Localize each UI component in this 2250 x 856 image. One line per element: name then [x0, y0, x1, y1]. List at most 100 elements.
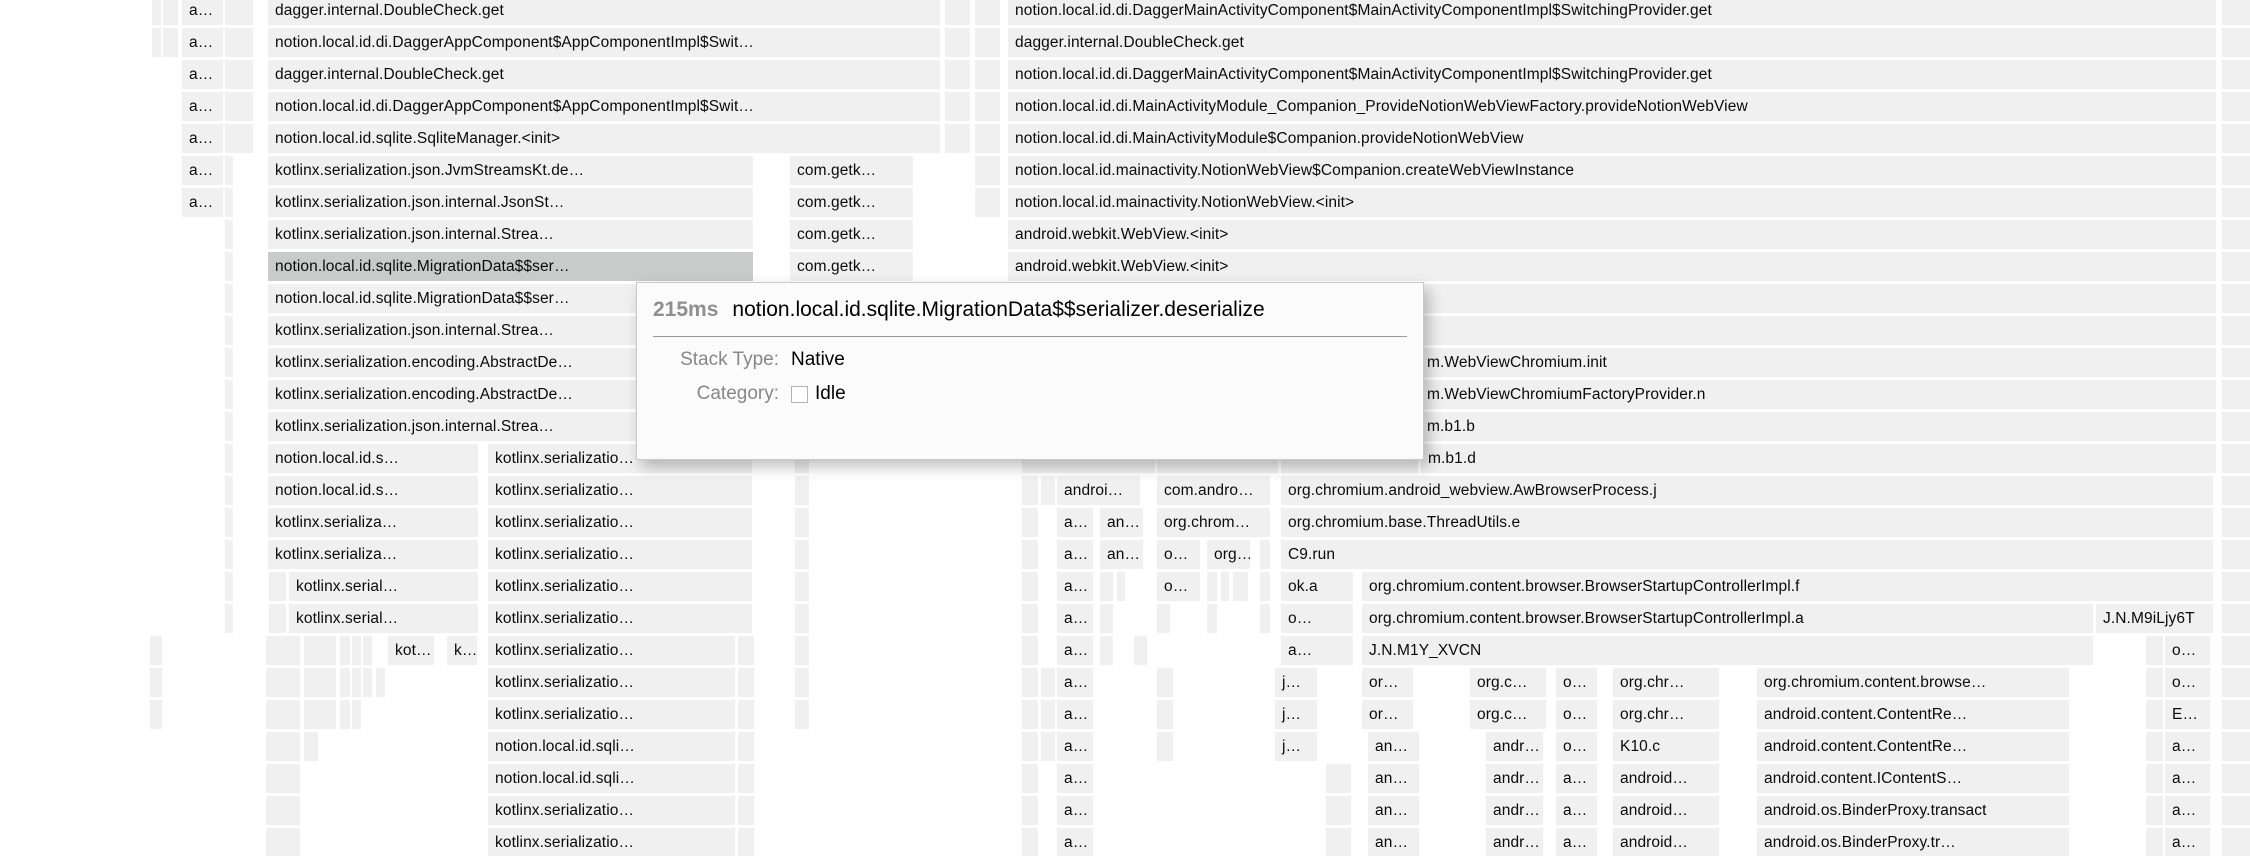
stack-frame[interactable]: o… [1281, 604, 1353, 633]
stack-frame-unlabeled[interactable] [1022, 828, 1038, 856]
stack-frame-unlabeled[interactable] [1260, 540, 1270, 569]
stack-frame-unlabeled[interactable] [1041, 700, 1055, 729]
stack-frame-unlabeled[interactable] [1041, 476, 1055, 505]
stack-frame-unlabeled[interactable] [1022, 796, 1038, 825]
stack-frame[interactable]: kotlinx.serializatio… [488, 572, 752, 601]
stack-frame-unlabeled[interactable] [975, 124, 1000, 153]
stack-frame[interactable]: notion.local.id.di.DaggerAppComponent$Ap… [268, 92, 940, 121]
stack-frame-unlabeled[interactable] [266, 764, 300, 793]
stack-frame[interactable]: androi… [1057, 476, 1140, 505]
stack-frame[interactable]: or… [1362, 700, 1413, 729]
stack-frame-unlabeled[interactable] [2222, 380, 2250, 409]
stack-frame[interactable]: o… [2165, 636, 2210, 665]
stack-frame-unlabeled[interactable] [363, 636, 372, 665]
stack-frame-unlabeled[interactable] [225, 252, 233, 281]
stack-frame-unlabeled[interactable] [975, 28, 1000, 57]
stack-frame-unlabeled[interactable] [304, 732, 318, 761]
stack-frame[interactable]: kotlinx.serializatio… [488, 700, 735, 729]
stack-frame-unlabeled[interactable] [1326, 796, 1351, 825]
stack-frame-unlabeled[interactable] [1022, 668, 1038, 697]
stack-frame-unlabeled[interactable] [150, 636, 162, 665]
stack-frame[interactable]: org.chr… [1613, 700, 1719, 729]
stack-frame[interactable]: o… [1556, 732, 1597, 761]
stack-frame-unlabeled[interactable] [1022, 476, 1038, 505]
stack-frame-unlabeled[interactable] [266, 732, 300, 761]
stack-frame-unlabeled[interactable] [1207, 604, 1217, 633]
stack-frame[interactable]: kotlinx.serializatio… [488, 668, 735, 697]
stack-frame[interactable]: org.chrom… [1157, 508, 1270, 537]
stack-frame[interactable]: ok.a [1281, 572, 1353, 601]
stack-frame-unlabeled[interactable] [225, 444, 233, 473]
stack-frame[interactable]: a… [1556, 796, 1597, 825]
stack-frame[interactable]: notion.local.id.di.MainActivityModule_Co… [1008, 92, 2216, 121]
stack-frame-unlabeled[interactable] [2222, 444, 2250, 473]
stack-frame[interactable]: K10.c [1613, 732, 1719, 761]
stack-frame-unlabeled[interactable] [163, 0, 178, 25]
stack-frame-unlabeled[interactable] [2222, 220, 2250, 249]
stack-frame-unlabeled[interactable] [163, 28, 178, 57]
stack-frame[interactable]: android.content.ContentRe… [1757, 732, 2069, 761]
stack-frame-unlabeled[interactable] [2146, 732, 2163, 761]
stack-frame-unlabeled[interactable] [304, 700, 336, 729]
stack-frame[interactable]: o… [1556, 668, 1597, 697]
stack-frame[interactable]: kotlinx.serializatio… [488, 540, 752, 569]
stack-frame[interactable]: andr… [1486, 732, 1543, 761]
stack-frame[interactable]: notion.local.id.sqlite.SqliteManager.<in… [268, 124, 940, 153]
stack-frame[interactable]: dagger.internal.DoubleCheck.get [1008, 28, 2216, 57]
stack-frame[interactable]: kotlinx.serialization.json.internal.Stre… [268, 220, 753, 249]
stack-frame[interactable]: or… [1362, 668, 1413, 697]
stack-frame-unlabeled[interactable] [150, 668, 162, 697]
stack-frame-unlabeled[interactable] [1157, 700, 1173, 729]
stack-frame-unlabeled[interactable] [1100, 572, 1113, 601]
stack-frame-unlabeled[interactable] [2222, 188, 2250, 217]
stack-frame-unlabeled[interactable] [1157, 604, 1170, 633]
stack-frame-unlabeled[interactable] [233, 92, 253, 121]
stack-frame-unlabeled[interactable] [945, 124, 970, 153]
stack-frame-unlabeled[interactable] [150, 700, 162, 729]
stack-frame[interactable]: C9.run [1281, 540, 2213, 569]
stack-frame[interactable]: a… [1556, 764, 1597, 793]
stack-frame[interactable]: a… [182, 92, 223, 121]
stack-frame[interactable]: kotlinx.serial… [289, 572, 478, 601]
stack-frame[interactable]: k… [447, 636, 477, 665]
stack-frame-unlabeled[interactable] [945, 28, 970, 57]
stack-frame[interactable]: notion.local.id.sqlite.MigrationData$$se… [268, 252, 753, 281]
stack-frame[interactable]: andr… [1486, 796, 1543, 825]
stack-frame[interactable]: com.andro… [1157, 476, 1270, 505]
stack-frame-unlabeled[interactable] [233, 60, 253, 89]
stack-frame[interactable]: andr… [1486, 764, 1543, 793]
stack-frame-unlabeled[interactable] [795, 540, 809, 569]
stack-frame-unlabeled[interactable] [795, 572, 809, 601]
stack-frame-unlabeled[interactable] [1100, 636, 1113, 665]
stack-frame[interactable]: notion.local.id.s… [268, 476, 478, 505]
stack-frame[interactable]: a… [2165, 796, 2210, 825]
stack-frame[interactable]: notion.local.id.sqli… [488, 732, 735, 761]
stack-frame-unlabeled[interactable] [738, 700, 754, 729]
stack-frame-unlabeled[interactable] [975, 60, 1000, 89]
stack-frame-unlabeled[interactable] [269, 604, 286, 633]
stack-frame-unlabeled[interactable] [2222, 252, 2250, 281]
stack-frame-unlabeled[interactable] [340, 636, 350, 665]
stack-frame-unlabeled[interactable] [2222, 572, 2250, 601]
stack-frame[interactable]: kotlinx.serializatio… [488, 508, 752, 537]
stack-frame[interactable]: a… [2165, 732, 2210, 761]
stack-frame[interactable]: j… [1275, 668, 1317, 697]
stack-frame-unlabeled[interactable] [1326, 764, 1351, 793]
stack-frame-unlabeled[interactable] [2222, 828, 2250, 856]
stack-frame-unlabeled[interactable] [225, 476, 233, 505]
stack-frame-unlabeled[interactable] [2222, 668, 2250, 697]
stack-frame[interactable]: J.N.M9iLjy6T [2096, 604, 2213, 633]
stack-frame-unlabeled[interactable] [1022, 636, 1038, 665]
stack-frame[interactable]: kotlinx.serializatio… [488, 636, 735, 665]
stack-frame[interactable]: a… [182, 28, 223, 57]
stack-frame[interactable]: a… [1057, 764, 1093, 793]
stack-frame-unlabeled[interactable] [376, 668, 385, 697]
stack-frame[interactable]: a… [1057, 572, 1093, 601]
stack-frame-unlabeled[interactable] [945, 60, 970, 89]
stack-frame-unlabeled[interactable] [225, 0, 233, 25]
stack-frame-unlabeled[interactable] [233, 0, 253, 25]
stack-frame[interactable]: android… [1613, 764, 1719, 793]
stack-frame[interactable]: a… [1057, 636, 1093, 665]
stack-frame[interactable]: an… [1368, 732, 1419, 761]
stack-frame[interactable]: an… [1368, 796, 1419, 825]
